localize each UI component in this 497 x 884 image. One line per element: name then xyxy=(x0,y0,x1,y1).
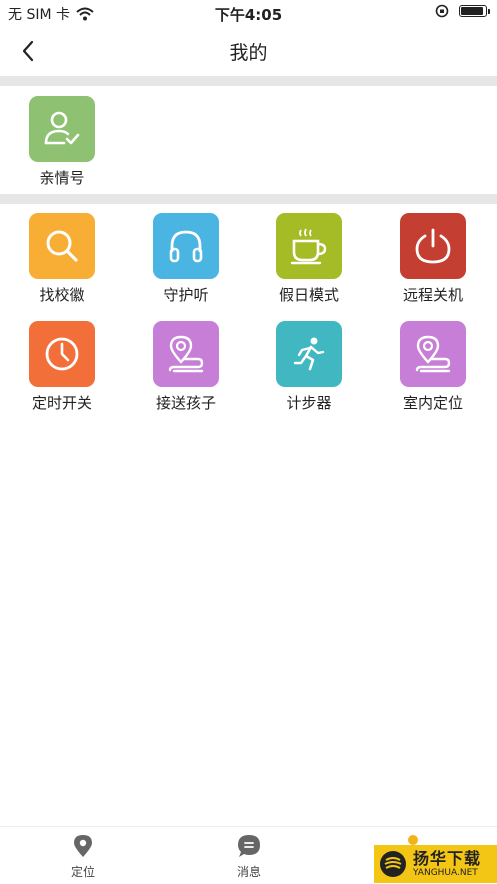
route-pin-icon xyxy=(415,335,451,373)
power-icon xyxy=(415,228,451,264)
family-number-tile xyxy=(29,96,95,162)
pedometer-button[interactable]: 计步器 xyxy=(259,321,359,413)
user-check-icon xyxy=(44,111,80,145)
clock-icon xyxy=(45,337,79,371)
tab-messages-label: 消息 xyxy=(236,865,261,879)
watermark-en: YANGHUA.NET xyxy=(413,867,478,878)
watermark-cn: 扬华下载 xyxy=(413,848,482,868)
indoor-location-button[interactable]: 室内定位 xyxy=(383,321,483,413)
section-divider xyxy=(0,76,497,86)
page-title: 我的 xyxy=(229,42,268,64)
location-pin-icon xyxy=(74,835,92,857)
battery-icon xyxy=(459,5,490,17)
holiday-mode-button[interactable]: 假日模式 xyxy=(259,213,359,305)
timed-switch-button[interactable]: 定时开关 xyxy=(12,321,112,413)
indoor-location-tile xyxy=(400,321,466,387)
timed-switch-tile xyxy=(29,321,95,387)
holiday-mode-label: 假日模式 xyxy=(278,286,339,304)
section-divider xyxy=(0,194,497,204)
remote-shutdown-label: 远程关机 xyxy=(402,286,463,304)
tab-location[interactable]: 定位 xyxy=(38,833,128,880)
watermark-logo: 扬华下载 YANGHUA.NET xyxy=(374,845,497,883)
battery-level xyxy=(461,7,483,15)
guard-listen-button[interactable]: 守护听 xyxy=(136,213,236,305)
remote-shutdown-button[interactable]: 远程关机 xyxy=(383,213,483,305)
indoor-location-label: 室内定位 xyxy=(402,394,463,412)
pedometer-label: 计步器 xyxy=(286,394,332,412)
search-icon xyxy=(46,230,78,262)
tab-location-label: 定位 xyxy=(70,865,95,879)
profile-icon[interactable] xyxy=(408,835,418,845)
guard-listen-tile xyxy=(153,213,219,279)
status-time: 下午4:05 xyxy=(214,6,283,24)
nav-bar: 我的 xyxy=(0,26,497,76)
coffee-cup-icon xyxy=(290,228,327,265)
tab-messages[interactable]: 消息 xyxy=(204,833,294,880)
pickup-child-tile xyxy=(153,321,219,387)
chat-bubble-icon xyxy=(238,835,260,857)
runner-icon xyxy=(293,337,325,371)
pickup-child-button[interactable]: 接送孩子 xyxy=(136,321,236,413)
find-badge-label: 找校徽 xyxy=(39,286,85,304)
pickup-child-label: 接送孩子 xyxy=(155,394,216,412)
timed-switch-label: 定时开关 xyxy=(31,394,92,412)
yanghua-logo-icon xyxy=(380,851,406,877)
find-badge-tile xyxy=(29,213,95,279)
remote-shutdown-tile xyxy=(400,213,466,279)
status-bar: 无 SIM 卡 下午4:05 xyxy=(0,0,497,26)
find-badge-button[interactable]: 找校徽 xyxy=(12,213,112,305)
family-number-label: 亲情号 xyxy=(39,169,85,187)
headphones-icon xyxy=(169,230,203,263)
guard-listen-label: 守护听 xyxy=(163,286,209,304)
watermark-text: 扬华下载 YANGHUA.NET xyxy=(413,848,482,878)
status-right xyxy=(435,4,490,18)
orientation-lock-icon xyxy=(435,4,449,18)
pedometer-tile xyxy=(276,321,342,387)
holiday-mode-tile xyxy=(276,213,342,279)
family-number-button[interactable]: 亲情号 xyxy=(12,96,112,188)
route-pin-icon xyxy=(168,335,204,373)
